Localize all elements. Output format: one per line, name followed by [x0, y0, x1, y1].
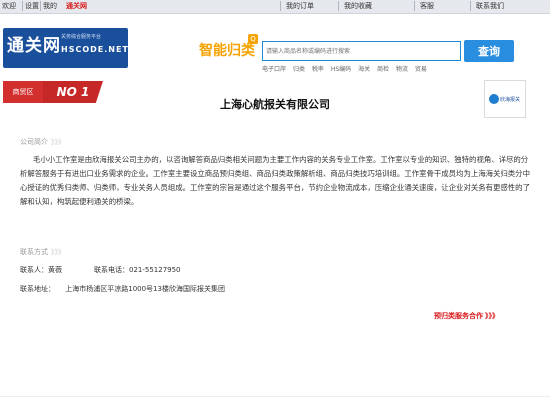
settings-link[interactable]: 设置: [25, 1, 39, 11]
intro-heading: 公司简介 》》》: [20, 137, 65, 147]
contact-phone-row: 联系电话：021-55127950: [94, 265, 181, 275]
contact-person-label: 联系人：: [20, 266, 48, 274]
search-input[interactable]: [263, 42, 460, 60]
divider: [280, 1, 281, 11]
company-intro: 毛小小工作室是由欣海报关公司主办的，以咨询解答商品归类相关问题为主要工作内容的关…: [20, 153, 532, 209]
brand-title: 智能归类: [199, 43, 255, 59]
sublink[interactable]: 归类: [293, 66, 305, 73]
intro-paragraph: 毛小小工作室是由欣海报关公司主办的，以咨询解答商品归类相关问题为主要工作内容的关…: [20, 155, 530, 206]
logo-text: 通关网: [7, 36, 61, 56]
brand-q-icon: Q: [248, 34, 258, 44]
search-box[interactable]: [262, 41, 461, 61]
contact-person: 黄薇: [48, 266, 62, 274]
my-orders-link[interactable]: 我的订单: [286, 1, 314, 11]
arrows-icon: 》》》: [51, 138, 65, 146]
service-link-text[interactable]: 预归类服务合作: [434, 312, 483, 320]
sublink[interactable]: HS编码: [331, 66, 351, 73]
search-sublinks: 电子口岸 归类 税率 HS编码 海关 商检 物流 贸易: [262, 64, 432, 73]
site-header: 通关网 关务综合服务平台 HSCODE.NET 智能归类 Q 查询 电子口岸 归…: [0, 14, 550, 76]
top-bar: 欢迎 设置 我的 通关网 我的订单 我的收藏 客服 联系我们: [0, 0, 550, 14]
contact-heading: 联系方式 》》》: [20, 247, 65, 257]
welcome-link[interactable]: 欢迎: [2, 1, 16, 11]
service-link[interactable]: 预归类服务合作 》》》: [434, 311, 499, 321]
address: 上海市杨浦区平凉路1000号13楼欣海国际报关集团: [65, 285, 225, 293]
site-logo[interactable]: 通关网 关务综合服务平台 HSCODE.NET: [3, 28, 128, 68]
search-button[interactable]: 查询: [464, 40, 514, 62]
address-label: 联系地址：: [20, 285, 55, 293]
intro-heading-text: 公司简介: [20, 138, 48, 146]
contact-person-row: 联系人：黄薇: [20, 265, 62, 275]
contact-phone: 021-55127950: [129, 266, 181, 274]
my-link[interactable]: 我的: [43, 1, 57, 11]
divider: [414, 1, 415, 11]
sublink[interactable]: 贸易: [415, 66, 427, 73]
divider: [40, 1, 41, 11]
contact-top-link[interactable]: 联系我们: [476, 1, 504, 11]
arrows-icon: 》》》: [485, 312, 499, 320]
logo-domain: HSCODE.NET: [61, 45, 129, 54]
favorites-link[interactable]: 我的收藏: [344, 1, 372, 11]
service-top-link[interactable]: 客服: [420, 1, 434, 11]
hscode-link[interactable]: 通关网: [66, 1, 87, 11]
divider: [338, 1, 339, 11]
contact-heading-text: 联系方式: [20, 248, 48, 256]
footer-divider: [0, 396, 550, 397]
sublink[interactable]: 海关: [358, 66, 370, 73]
divider: [22, 1, 23, 11]
sublink[interactable]: 商检: [377, 66, 389, 73]
divider: [470, 1, 471, 11]
company-title: 上海心航报关有限公司: [220, 98, 330, 111]
arrows-icon: 》》》: [51, 248, 65, 256]
sublink[interactable]: 电子口岸: [262, 66, 286, 73]
sublink[interactable]: 税率: [312, 66, 324, 73]
contact-address-row: 联系地址： 上海市杨浦区平凉路1000号13楼欣海国际报关集团: [20, 284, 225, 294]
logo-slogan: 关务综合服务平台: [61, 34, 102, 40]
sublink[interactable]: 物流: [396, 66, 408, 73]
contact-phone-label: 联系电话：: [94, 266, 129, 274]
